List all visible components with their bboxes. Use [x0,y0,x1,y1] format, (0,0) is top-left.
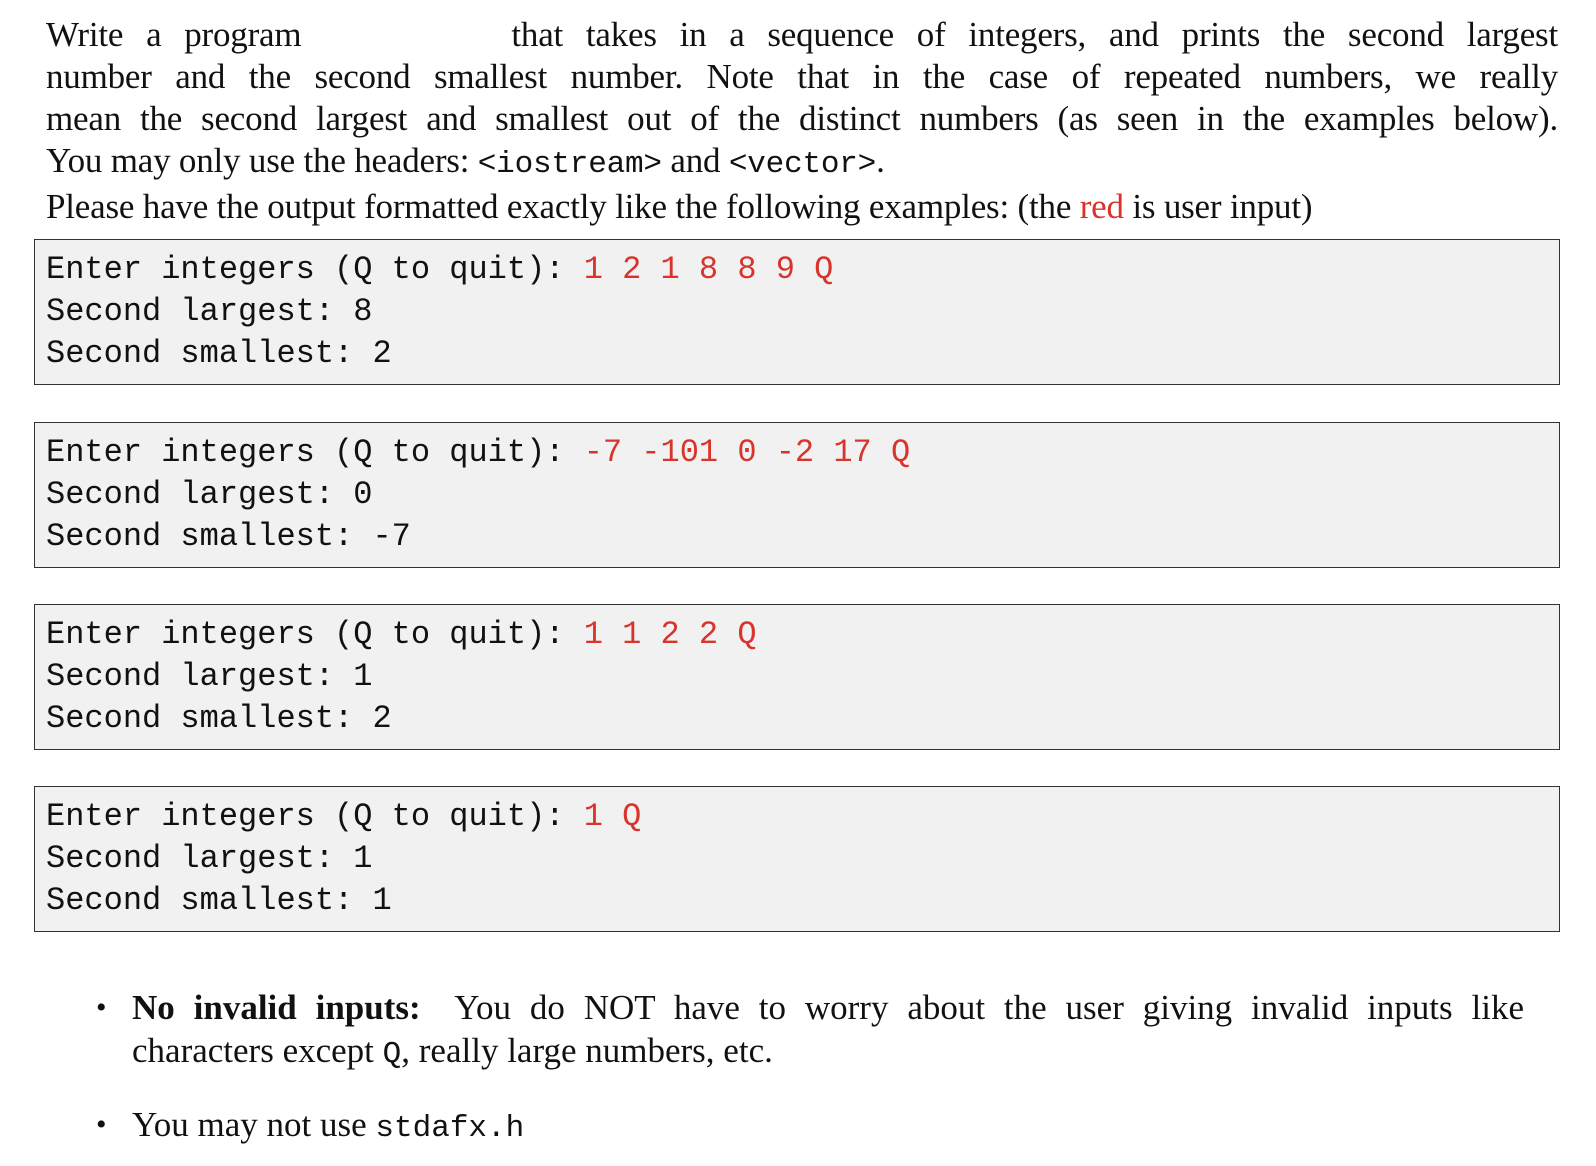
code-stdafx: stdafx.h [375,1111,525,1146]
bullet-body: , really large numbers, etc. [401,1031,773,1070]
bullet-icon: • [96,1108,107,1141]
example-box-2: Enter integers (Q to quit): -7 -101 0 -2… [34,422,1560,568]
largest-value: 8 [353,293,373,330]
user-input: 1 Q [583,798,642,835]
intro-text: Please have the output formatted exactly… [46,187,1080,226]
largest-line: Second largest: 1 [46,838,372,880]
intro-text: that takes in a sequence of integers, an… [511,15,1558,54]
bullet-no-invalid-inputs: • No invalid inputs: You do NOT have to … [96,986,1524,1076]
largest-line: Second largest: 0 [46,474,372,516]
header-vector: <vector> [728,147,877,182]
intro-text: is user input) [1123,187,1313,226]
intro-text: Write a program [46,15,302,54]
intro-text: and [661,141,729,180]
largest-line: Second largest: 1 [46,656,372,698]
red-keyword: red [1079,187,1124,226]
smallest-value: -7 [372,518,411,555]
smallest-line: Second smallest: 1 [46,880,392,922]
code-q: Q [382,1037,402,1072]
bullet-text: You may not use stdafx.h [132,1103,1524,1150]
largest-value: 0 [353,476,373,513]
example-box-4: Enter integers (Q to quit): 1 Q Second l… [34,786,1560,932]
largest-label: Second largest: [46,293,354,330]
example-box-3: Enter integers (Q to quit): 1 1 2 2 Q Se… [34,604,1560,750]
bullet-line-2: characters except Q, really large number… [132,1031,773,1072]
smallest-label: Second smallest: [46,882,373,919]
smallest-line: Second smallest: 2 [46,698,392,740]
prompt-line: Enter integers (Q to quit): -7 -101 0 -2… [46,432,910,474]
largest-label: Second largest: [46,840,354,877]
largest-value: 1 [353,658,373,695]
smallest-value: 2 [372,335,392,372]
intro-line-1: Write a program that takes in a sequence … [46,14,1558,56]
prompt-line: Enter integers (Q to quit): 1 2 1 8 8 9 … [46,249,833,291]
intro-line-4: You may only use the headers: <iostream>… [46,140,1558,186]
largest-value: 1 [353,840,373,877]
user-input: -7 -101 0 -2 17 Q [583,434,911,471]
problem-statement: Write a program that takes in a sequence … [46,14,1558,228]
prompt-text: Enter integers (Q to quit): [46,251,584,288]
bullet-body: characters except [132,1031,383,1070]
smallest-label: Second smallest: [46,700,373,737]
intro-text: . [876,141,885,180]
bullet-title: No invalid inputs: [132,988,421,1027]
smallest-value: 2 [372,700,392,737]
intro-line-3: mean the second largest and smallest out… [46,99,1558,138]
user-input: 1 2 1 8 8 9 Q [583,251,834,288]
user-input: 1 1 2 2 Q [583,616,757,653]
bullet-line-1: No invalid inputs: You do NOT have to wo… [132,986,1524,1029]
bullet-body: You may not use [132,1105,376,1144]
prompt-line: Enter integers (Q to quit): 1 Q [46,796,641,838]
header-iostream: <iostream> [477,147,662,182]
bullet-no-stdafx: • You may not use stdafx.h [96,1103,1524,1150]
bullet-body: You do NOT have to worry about the user … [454,988,1524,1027]
intro-line-5: Please have the output formatted exactly… [46,186,1558,228]
prompt-line: Enter integers (Q to quit): 1 1 2 2 Q [46,614,757,656]
largest-line: Second largest: 8 [46,291,372,333]
smallest-value: 1 [372,882,392,919]
example-box-1: Enter integers (Q to quit): 1 2 1 8 8 9 … [34,239,1560,385]
smallest-label: Second smallest: [46,335,373,372]
smallest-label: Second smallest: [46,518,373,555]
bullet-icon: • [96,991,107,1024]
bullet-text: No invalid inputs: You do NOT have to wo… [132,986,1524,1076]
intro-text: You may only use the headers: [46,141,478,180]
prompt-text: Enter integers (Q to quit): [46,434,584,471]
smallest-line: Second smallest: -7 [46,516,411,558]
intro-line-2: number and the second smallest number. N… [46,57,1558,96]
requirements-list: • No invalid inputs: You do NOT have to … [96,986,1524,1150]
prompt-text: Enter integers (Q to quit): [46,798,584,835]
largest-label: Second largest: [46,476,354,513]
largest-label: Second largest: [46,658,354,695]
smallest-line: Second smallest: 2 [46,333,392,375]
prompt-text: Enter integers (Q to quit): [46,616,584,653]
